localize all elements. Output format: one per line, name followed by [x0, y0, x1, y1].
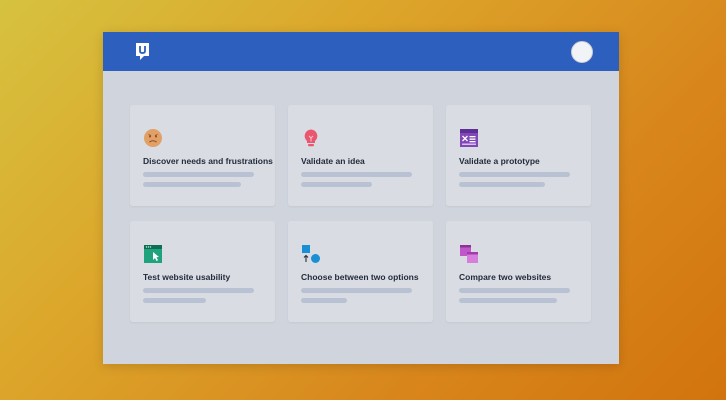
- card-compare-websites[interactable]: Compare two websites: [446, 221, 591, 322]
- card-title: Discover needs and frustrations: [143, 156, 273, 166]
- placeholder-line: [301, 182, 372, 187]
- stacked-pages-icon: [460, 245, 478, 263]
- card-validate-prototype[interactable]: Validate a prototype: [446, 105, 591, 206]
- card-title: Choose between two options: [301, 272, 419, 282]
- placeholder-line: [301, 298, 347, 303]
- card-discover-needs[interactable]: Discover needs and frustrations: [130, 105, 275, 206]
- avatar[interactable]: [571, 41, 593, 63]
- browser-cursor-icon: [144, 245, 162, 263]
- logo-icon[interactable]: [135, 42, 150, 61]
- placeholder-line: [459, 172, 570, 177]
- placeholder-line: [459, 298, 557, 303]
- placeholder-line: [301, 288, 412, 293]
- placeholder-line: [143, 182, 241, 187]
- card-title: Test website usability: [143, 272, 231, 282]
- frustrated-face-icon: [144, 129, 162, 147]
- lightbulb-icon: [304, 129, 318, 147]
- app-window: Discover needs and frustrations Validate…: [103, 32, 619, 364]
- card-test-usability[interactable]: Test website usability: [130, 221, 275, 322]
- app-header: [103, 32, 619, 71]
- card-title: Validate a prototype: [459, 156, 540, 166]
- prototype-wireframe-icon: [460, 129, 478, 147]
- card-validate-idea[interactable]: Validate an idea: [288, 105, 433, 206]
- card-choose-options[interactable]: Choose between two options: [288, 221, 433, 322]
- card-title: Validate an idea: [301, 156, 365, 166]
- placeholder-line: [143, 172, 254, 177]
- placeholder-line: [143, 298, 206, 303]
- card-title: Compare two websites: [459, 272, 552, 282]
- placeholder-line: [459, 182, 545, 187]
- placeholder-line: [301, 172, 412, 177]
- placeholder-line: [143, 288, 254, 293]
- shapes-choice-icon: [302, 245, 320, 263]
- placeholder-line: [459, 288, 570, 293]
